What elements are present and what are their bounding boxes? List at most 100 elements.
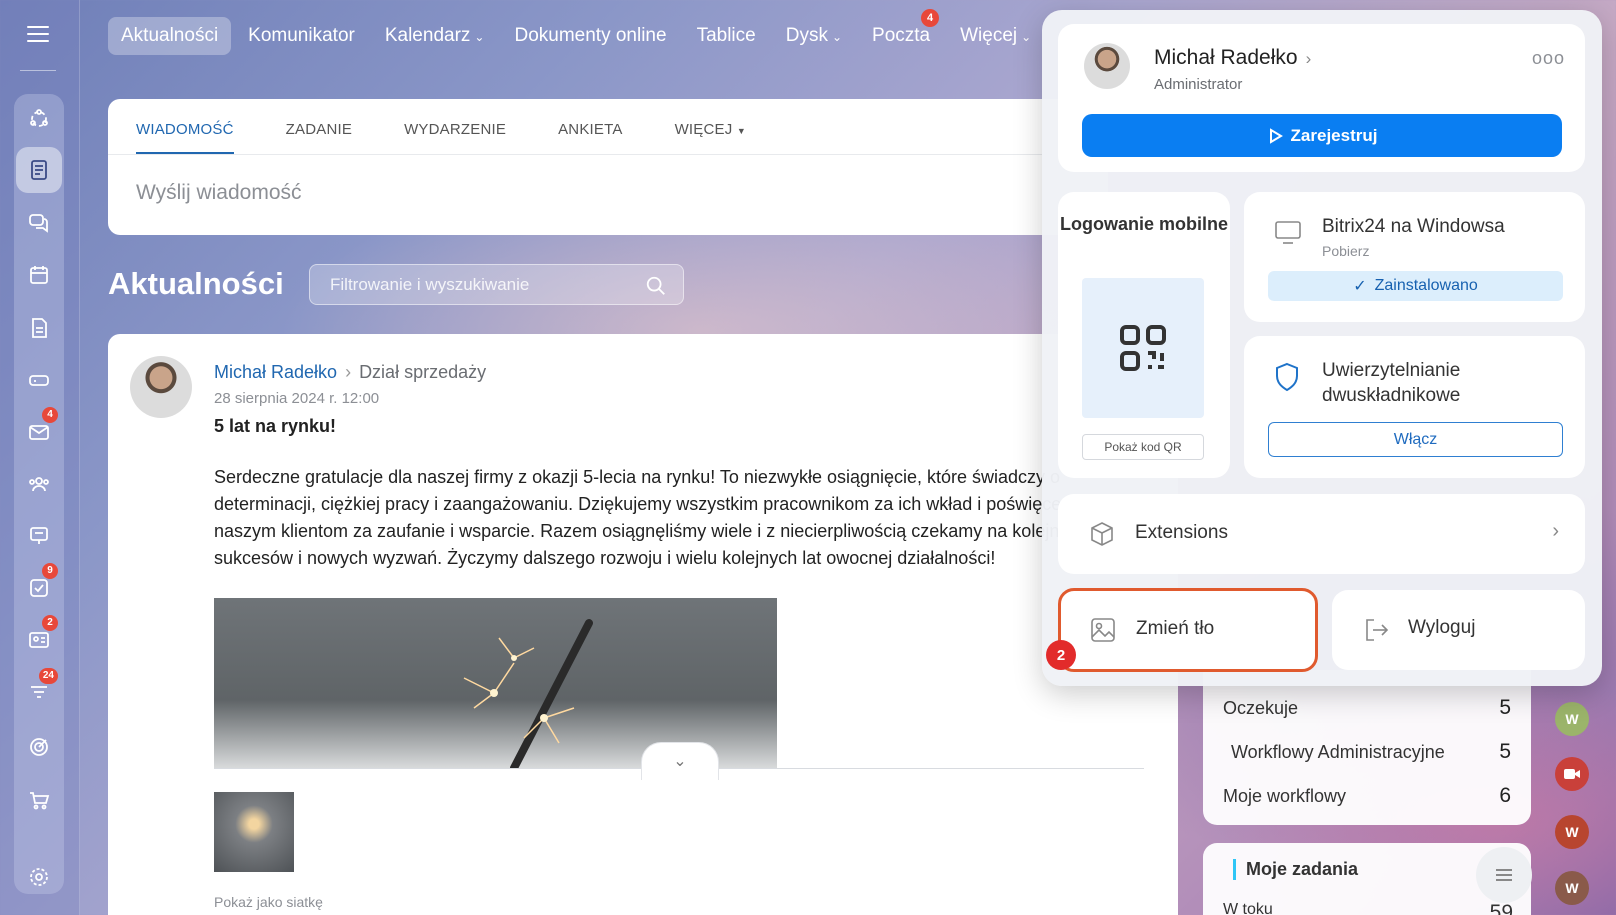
workflow-row[interactable]: Moje workflowy 6 — [1203, 774, 1531, 818]
nav-label: Więcej — [960, 25, 1018, 46]
nav-label: Tablice — [696, 25, 756, 46]
show-as-grid-link[interactable]: Pokaż jako siatkę — [214, 894, 323, 910]
people-icon — [29, 477, 49, 492]
chevron-down-icon: ⌄ — [673, 753, 687, 770]
nav-label: Poczta — [872, 25, 931, 46]
nav-tab-komunikator[interactable]: Komunikator — [235, 17, 368, 55]
sidebar-item-collab[interactable] — [16, 96, 62, 142]
show-qr-button[interactable]: Pokaż kod QR — [1082, 434, 1204, 460]
register-button[interactable]: Zarejestruj — [1082, 114, 1562, 157]
workflow-row[interactable]: Workflowy Administracyjne 5 — [1203, 730, 1531, 774]
download-link[interactable]: Pobierz — [1322, 243, 1369, 259]
more-options-button[interactable]: ooo — [1532, 48, 1565, 69]
message-input[interactable]: Wyślij wiadomość — [108, 155, 1108, 231]
nav-label: Komunikator — [248, 25, 355, 46]
profile-name[interactable]: Michał Radełko › — [1154, 46, 1311, 70]
sidebar-item-settings[interactable] — [16, 854, 62, 900]
left-sidebar: 4 9 2 24 — [0, 0, 80, 915]
attachment-thumbnail[interactable] — [214, 792, 294, 872]
nav-tab-kalendarz[interactable]: Kalendarz ⌄ — [372, 17, 498, 55]
row-count: 6 — [1499, 784, 1511, 807]
workflow-row[interactable]: Oczekuje 5 — [1203, 686, 1531, 730]
avatar[interactable] — [1084, 43, 1130, 89]
presentation-icon — [30, 527, 48, 544]
avatar[interactable]: W — [1555, 871, 1589, 905]
profile-card: Michał Radełko › Administrator ooo Zareje… — [1058, 24, 1585, 172]
sidebar-item-messenger[interactable] — [16, 200, 62, 246]
sidebar-item-tasks[interactable]: 9 — [16, 563, 62, 611]
tab-event[interactable]: WYDARZENIE — [404, 99, 506, 154]
installed-status: ✓ Zainstalowano — [1268, 271, 1563, 301]
row-label: Oczekuje — [1223, 697, 1299, 718]
tab-more[interactable]: WIĘCEJ ▼ — [675, 99, 746, 154]
user-menu-popup: Michał Radełko › Administrator ooo Zareje… — [1042, 10, 1602, 686]
tasks-row[interactable]: W toku 59 — [1223, 901, 1513, 915]
sidebar-item-shop[interactable] — [16, 777, 62, 823]
mobile-login-card: Logowanie mobilne Pokaż kod QR — [1058, 192, 1230, 478]
document-icon — [32, 318, 47, 338]
row-label: Workflowy Administracyjne — [1231, 741, 1445, 762]
menu-icon[interactable] — [27, 26, 49, 44]
author-link[interactable]: Michał Radełko — [214, 362, 337, 382]
tab-more-label: WIĘCEJ — [674, 121, 733, 138]
sidebar-item-mail[interactable]: 4 — [16, 407, 62, 455]
nav-label: Dysk — [785, 25, 828, 46]
sidebar-item-board[interactable] — [16, 513, 62, 559]
enable-2fa-button[interactable]: Włącz — [1268, 422, 1563, 457]
row-count: 5 — [1499, 740, 1511, 763]
sidebar-item-calendar[interactable] — [16, 252, 62, 298]
shield-icon — [1274, 362, 1300, 392]
sidebar-item-drive[interactable] — [16, 357, 62, 403]
two-factor-title: Uwierzytelnianie dwuskładnikowe — [1322, 360, 1461, 406]
expand-post-button[interactable]: ⌄ — [641, 742, 719, 780]
installed-label: Zainstalowano — [1374, 277, 1478, 294]
nav-tab-tablice[interactable]: Tablice — [684, 17, 769, 55]
qr-code-icon — [1120, 325, 1166, 371]
caret-down-icon: ▼ — [736, 126, 746, 136]
sidebar-item-feed[interactable] — [16, 147, 62, 193]
sidebar-item-crm[interactable]: 2 — [16, 615, 62, 663]
chat-icon — [29, 214, 48, 233]
avatar[interactable]: W — [1555, 702, 1589, 736]
sidebar-item-goals[interactable] — [16, 724, 62, 770]
user-role: Administrator — [1154, 76, 1243, 93]
tab-message[interactable]: WIADOMOŚĆ — [136, 99, 234, 154]
nav-tab-dysk[interactable]: Dysk ⌄ — [773, 17, 855, 55]
nav-tab-wiecej[interactable]: Więcej ⌄ — [947, 17, 1044, 55]
extensions-row[interactable]: Extensions › — [1058, 494, 1585, 574]
nav-tab-poczta[interactable]: Poczta 4 — [859, 9, 943, 55]
tab-task[interactable]: ZADANIE — [286, 99, 352, 154]
search-icon[interactable] — [645, 275, 667, 297]
nav-tab-aktualnosci[interactable]: Aktualności — [108, 17, 232, 55]
page-title: Aktualności — [108, 266, 284, 301]
list-view-button[interactable] — [1476, 847, 1532, 903]
collab-icon — [30, 109, 48, 127]
top-navigation: Aktualności Komunikator Kalendarz ⌄ Dokum… — [108, 9, 1048, 56]
department-link[interactable]: Dział sprzedaży — [359, 362, 486, 382]
mail-icon — [29, 425, 49, 440]
nav-label: Dokumenty online — [514, 25, 667, 46]
logout-label: Wyloguj — [1408, 617, 1476, 638]
video-camera-icon — [1564, 769, 1580, 779]
nav-tab-dokumenty[interactable]: Dokumenty online — [501, 17, 679, 55]
tab-poll[interactable]: ANKIETA — [558, 99, 622, 154]
drive-icon — [29, 375, 49, 386]
sidebar-item-documents[interactable] — [16, 305, 62, 351]
change-background-button[interactable]: Zmień tło — [1058, 588, 1318, 672]
sidebar-item-employees[interactable] — [16, 461, 62, 507]
video-call-button[interactable] — [1555, 757, 1589, 791]
cart-icon — [30, 792, 50, 810]
avatar[interactable] — [130, 356, 192, 418]
monitor-icon — [1274, 220, 1302, 246]
post-heading: 5 lat na rynku! — [214, 416, 337, 436]
nav-label: Aktualności — [121, 25, 219, 46]
row-count: 5 — [1499, 696, 1511, 719]
logout-button[interactable]: Wyloguj — [1332, 590, 1585, 670]
step-number-badge: 2 — [1046, 640, 1076, 670]
search-input[interactable]: Filtrowanie i wyszukiwanie — [309, 264, 684, 305]
avatar[interactable]: W — [1555, 815, 1589, 849]
sidebar-item-funnel[interactable]: 24 — [16, 668, 62, 716]
qr-code-area[interactable] — [1082, 278, 1204, 418]
image-icon — [1089, 616, 1117, 644]
chevron-right-icon: › — [1552, 520, 1559, 542]
